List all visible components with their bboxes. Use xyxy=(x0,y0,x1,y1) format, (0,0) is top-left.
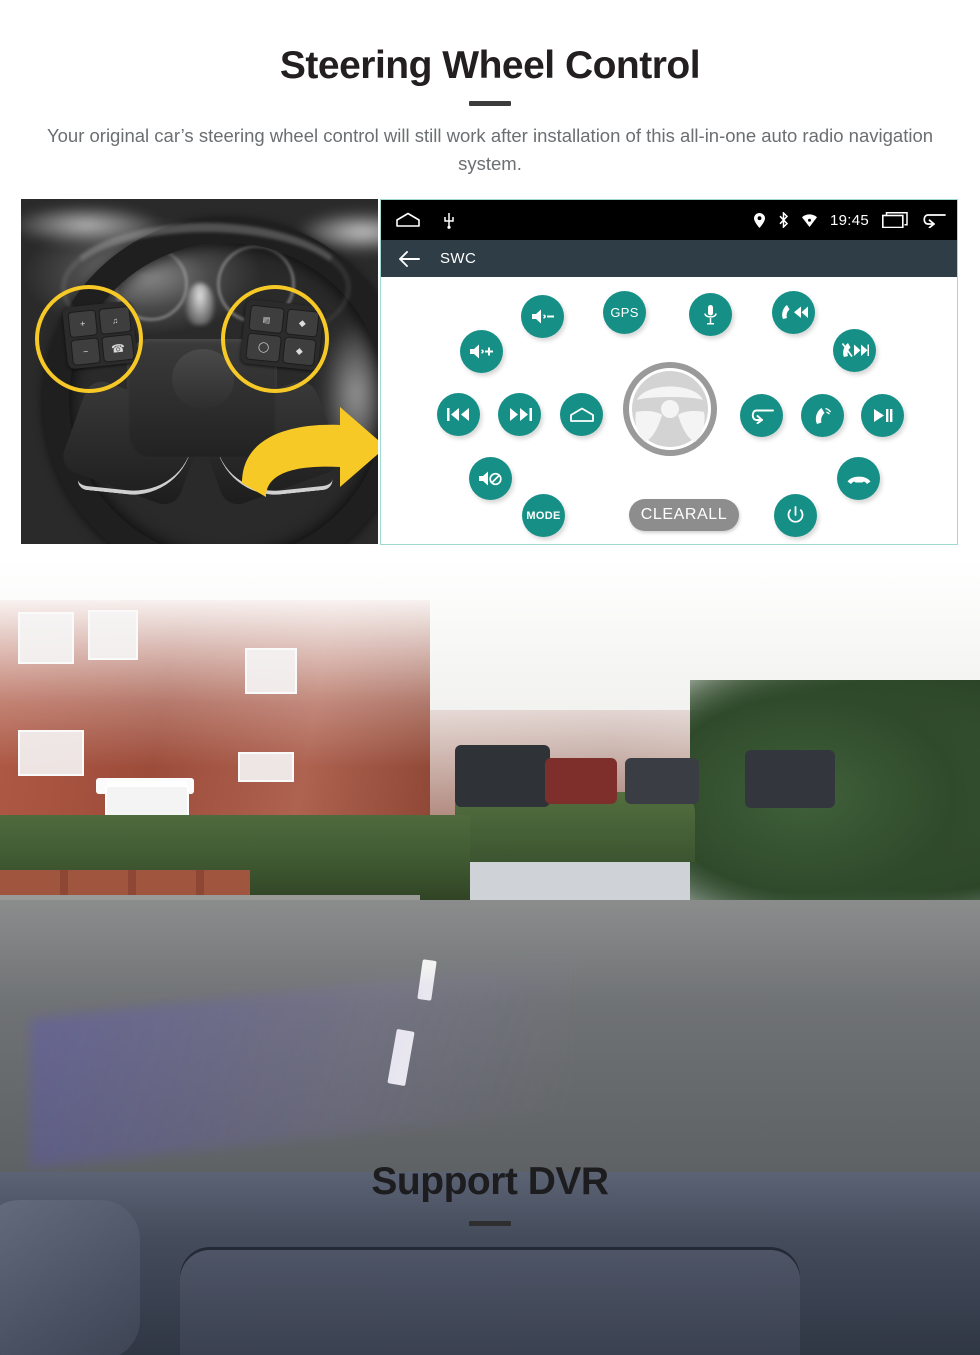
support-dvr-section: Support DVR (Optional function, r xyxy=(0,560,980,1355)
dashboard-left-edge xyxy=(0,1200,140,1355)
page-title-swc: Steering Wheel Control xyxy=(279,44,701,87)
android-status-bar: 19:45 xyxy=(381,200,957,240)
swc-button-gps[interactable]: GPS xyxy=(603,291,646,334)
highlight-circle-right xyxy=(221,285,329,393)
mute-icon xyxy=(479,471,502,486)
swc-button-mute[interactable] xyxy=(469,457,512,500)
app-bar-title: SWC xyxy=(440,250,477,267)
house-window xyxy=(18,730,84,776)
yellow-arrow-icon xyxy=(242,407,378,497)
house-window xyxy=(238,752,294,782)
clear-all-label: CLEARALL xyxy=(640,506,728,523)
swc-button-vol-down[interactable] xyxy=(521,295,564,338)
house-window xyxy=(245,648,297,694)
swc-button-back[interactable] xyxy=(740,394,783,437)
house-window xyxy=(88,610,138,660)
volume-down-icon xyxy=(531,309,554,324)
street-photo-car xyxy=(625,758,699,804)
street-photo-car xyxy=(455,745,550,807)
swc-button-hang-up[interactable] xyxy=(837,457,880,500)
swc-button-home[interactable] xyxy=(560,393,603,436)
usb-icon[interactable] xyxy=(443,211,455,229)
home-icon xyxy=(569,407,594,422)
volume-up-icon xyxy=(470,344,493,359)
power-icon xyxy=(787,506,804,523)
page-root: Steering Wheel Control Your original car… xyxy=(0,0,980,1355)
swc-button-gps-label: GPS xyxy=(610,305,639,320)
swc-button-answer-call[interactable] xyxy=(801,394,844,437)
dashboard-trim xyxy=(180,1250,800,1355)
phone-hangup-icon xyxy=(847,476,870,484)
call-previous-icon xyxy=(781,305,808,319)
wifi-icon xyxy=(801,213,817,227)
play-pause-icon xyxy=(873,409,892,422)
status-bar-right-icons: 19:45 xyxy=(753,200,947,240)
swc-button-mode-label: MODE xyxy=(526,509,561,522)
swc-button-vol-up[interactable] xyxy=(460,330,503,373)
street-photo-car xyxy=(545,758,617,804)
bluetooth-icon xyxy=(779,212,789,228)
swc-button-call-prev[interactable] xyxy=(772,291,815,334)
status-bar-left-icons xyxy=(395,200,455,240)
swc-button-canvas: GPS MODE CLEARALL xyxy=(381,277,957,544)
previous-track-icon xyxy=(446,408,469,421)
swc-button-next-track[interactable] xyxy=(498,393,541,436)
house-window xyxy=(18,612,74,664)
steering-wheel-control-section: Steering Wheel Control Your original car… xyxy=(0,0,980,560)
location-icon xyxy=(753,212,765,228)
swc-button-mode[interactable]: MODE xyxy=(522,494,565,537)
phone-answer-icon xyxy=(815,407,831,424)
swc-button-play-pause[interactable] xyxy=(861,394,904,437)
call-mute-next-icon xyxy=(841,342,869,358)
recent-apps-icon[interactable] xyxy=(882,212,908,228)
steering-wheel-icon xyxy=(623,362,717,456)
next-track-icon xyxy=(509,408,532,421)
back-icon[interactable] xyxy=(921,212,947,228)
title-divider-dvr xyxy=(469,1221,511,1226)
app-bar-back-arrow-icon[interactable] xyxy=(398,250,420,267)
back-arrow-icon xyxy=(751,409,774,424)
swc-app-bar: SWC xyxy=(381,240,957,277)
page-title-dvr: Support DVR xyxy=(371,1160,609,1203)
clear-all-button[interactable]: CLEARALL xyxy=(629,499,739,531)
title-divider-swc xyxy=(469,101,511,106)
status-bar-clock: 19:45 xyxy=(829,211,869,229)
street-photo-trees xyxy=(690,680,980,910)
swc-button-call-next[interactable] xyxy=(833,329,876,372)
street-photo-car xyxy=(745,750,835,808)
steering-wheel-photo: + − ♫ ☎ ▤ ◯ ◆ ◆ xyxy=(21,199,378,544)
swc-button-power[interactable] xyxy=(774,494,817,537)
microphone-icon xyxy=(704,304,717,324)
swc-button-prev-track[interactable] xyxy=(437,393,480,436)
swc-button-voice[interactable] xyxy=(689,293,732,336)
home-icon[interactable] xyxy=(395,212,421,228)
highlight-circle-left xyxy=(35,285,143,393)
subtitle-swc: Your original car’s steering wheel contr… xyxy=(46,125,934,174)
swc-android-screen: 19:45 SWC GPS MODE CLEARALL xyxy=(380,199,958,545)
